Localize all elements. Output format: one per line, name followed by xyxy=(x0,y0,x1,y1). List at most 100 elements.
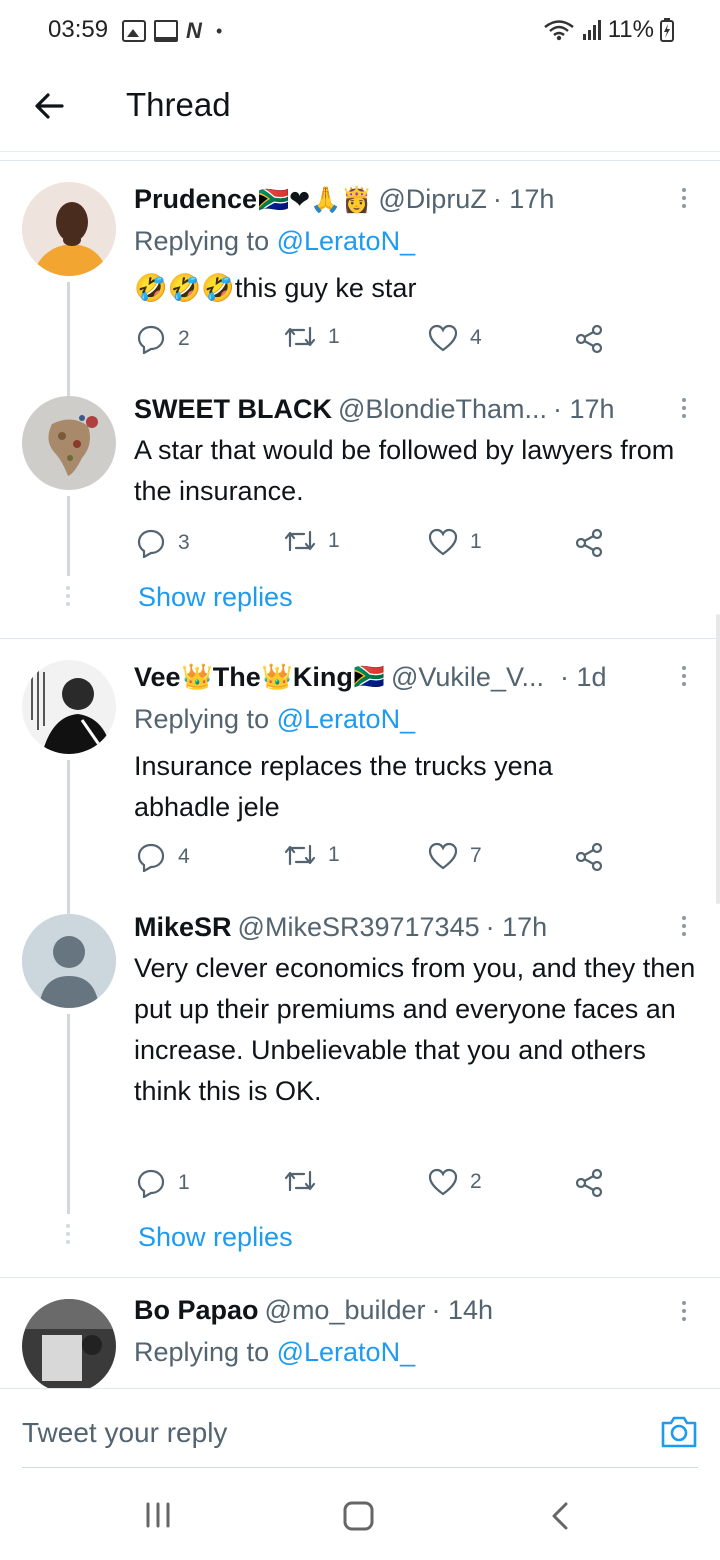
mention-link[interactable]: @LeratoN_ xyxy=(277,704,415,734)
share-button[interactable] xyxy=(574,528,604,558)
reply-button[interactable]: 3 xyxy=(136,528,190,558)
reply-button[interactable]: 4 xyxy=(136,842,190,872)
display-name-end[interactable]: King xyxy=(293,662,353,693)
replying-to: Replying to @LeratoN_ xyxy=(134,704,415,735)
more-options-icon[interactable] xyxy=(682,1301,688,1325)
more-options-icon[interactable] xyxy=(682,916,688,940)
retweet-button[interactable]: 1 xyxy=(284,324,340,350)
status-time: 03:59 xyxy=(48,16,109,43)
retweet-button[interactable]: 1 xyxy=(284,528,340,554)
like-count: 4 xyxy=(470,326,482,349)
more-options-icon[interactable] xyxy=(682,398,688,422)
back-arrow-icon[interactable] xyxy=(30,86,70,126)
replying-prefix: Replying to xyxy=(134,226,270,256)
tweet-actions: 3 1 1 xyxy=(134,528,614,562)
display-name[interactable]: Bo Papao xyxy=(134,1295,259,1326)
tweet-header: SWEET BLACK @BlondieTham... · 17h xyxy=(134,394,700,425)
avatar[interactable] xyxy=(22,396,116,490)
like-button[interactable]: 2 xyxy=(428,1168,482,1196)
share-icon xyxy=(575,324,603,354)
wifi-icon xyxy=(542,19,576,41)
tweet-text: A star that would be followed by lawyers… xyxy=(134,435,675,506)
signal-icon xyxy=(582,19,602,41)
display-name[interactable]: SWEET BLACK xyxy=(134,394,332,425)
scrollbar[interactable] xyxy=(716,614,720,904)
avatar[interactable] xyxy=(22,1299,116,1388)
thread-connector-line xyxy=(67,1014,70,1214)
avatar-default-icon[interactable] xyxy=(22,914,116,1008)
timestamp: · 17h xyxy=(492,184,555,214)
display-name[interactable]: Vee xyxy=(134,662,181,693)
username[interactable]: @Vukile_V... xyxy=(391,662,544,693)
reply-count: 2 xyxy=(178,327,190,350)
display-name-mid[interactable]: The xyxy=(213,662,261,693)
like-count: 7 xyxy=(470,844,482,867)
timestamp: · 17h xyxy=(485,912,548,942)
display-name[interactable]: Prudence xyxy=(134,184,257,215)
heart-icon xyxy=(428,842,458,870)
reply-button[interactable]: 2 xyxy=(136,324,190,354)
thread-dots xyxy=(66,1224,70,1248)
username[interactable]: @MikeSR39717345 xyxy=(238,912,480,943)
replying-to: Replying to @LeratoN_ xyxy=(134,226,415,257)
gallery-notification-icon xyxy=(122,20,146,42)
username[interactable]: @mo_builder xyxy=(265,1295,426,1326)
display-name[interactable]: MikeSR xyxy=(134,912,232,943)
mention-link[interactable]: @LeratoN_ xyxy=(277,1337,415,1367)
n-notification-icon: N xyxy=(186,18,202,43)
more-options-icon[interactable] xyxy=(682,188,688,212)
laptop-notification-icon xyxy=(154,20,178,42)
avatar[interactable] xyxy=(22,182,116,276)
retweet-count: 1 xyxy=(328,843,340,866)
recent-apps-icon[interactable] xyxy=(144,1500,172,1535)
tweet-text: Insurance replaces the trucks yena abhad… xyxy=(134,751,553,822)
reply-icon xyxy=(137,1169,165,1198)
username[interactable]: @DipruZ xyxy=(378,184,486,215)
show-replies-link[interactable]: Show replies xyxy=(138,1222,293,1253)
show-replies-link[interactable]: Show replies xyxy=(138,582,293,613)
share-button[interactable] xyxy=(574,1168,604,1198)
username[interactable]: @BlondieTham... xyxy=(338,394,547,425)
retweet-button[interactable]: 1 xyxy=(284,842,340,868)
divider xyxy=(0,638,720,639)
more-options-icon[interactable] xyxy=(682,666,688,690)
home-icon[interactable] xyxy=(342,1500,376,1537)
avatar[interactable] xyxy=(22,660,116,754)
share-button[interactable] xyxy=(574,324,604,354)
reply-button[interactable]: 1 xyxy=(136,1168,190,1198)
like-button[interactable]: 7 xyxy=(428,842,482,870)
retweet-icon xyxy=(284,844,316,866)
reply-count: 1 xyxy=(178,1171,190,1194)
share-button[interactable] xyxy=(574,842,604,872)
flag-emoji: 🇿🇦 xyxy=(353,663,385,691)
heart-icon xyxy=(428,528,458,556)
thread-dots xyxy=(66,586,70,610)
like-button[interactable]: 1 xyxy=(428,528,482,556)
retweet-count: 1 xyxy=(328,325,340,348)
replying-prefix: Replying to xyxy=(134,1337,270,1367)
thread-connector-line xyxy=(67,496,70,576)
mention-link[interactable]: @LeratoN_ xyxy=(277,226,415,256)
like-count: 1 xyxy=(470,530,482,553)
reply-input[interactable]: Tweet your reply xyxy=(22,1417,227,1449)
like-button[interactable]: 4 xyxy=(428,324,482,352)
retweet-icon xyxy=(284,1170,316,1192)
retweet-button[interactable] xyxy=(284,1168,328,1194)
camera-icon[interactable] xyxy=(660,1413,698,1449)
nav-back-icon[interactable] xyxy=(548,1500,572,1537)
tweet-bo-papao[interactable]: Bo Papao @mo_builder · 14h Replying to @… xyxy=(0,1279,720,1388)
status-right: 11% xyxy=(542,16,674,44)
input-underline xyxy=(22,1467,698,1468)
share-icon xyxy=(575,1168,603,1198)
replying-to: Replying to @LeratoN_ xyxy=(134,1337,415,1368)
timestamp: · 14h xyxy=(431,1295,494,1325)
retweet-icon xyxy=(284,326,316,348)
tweet-header: MikeSR @MikeSR39717345 · 17h xyxy=(134,912,700,943)
heart-icon xyxy=(428,324,458,352)
reply-icon xyxy=(137,325,165,354)
share-icon xyxy=(575,842,603,872)
tweet-header: Bo Papao @mo_builder · 14h xyxy=(134,1295,700,1326)
page-title: Thread xyxy=(126,86,231,123)
divider xyxy=(0,160,720,161)
reply-composer: Tweet your reply xyxy=(0,1388,720,1468)
